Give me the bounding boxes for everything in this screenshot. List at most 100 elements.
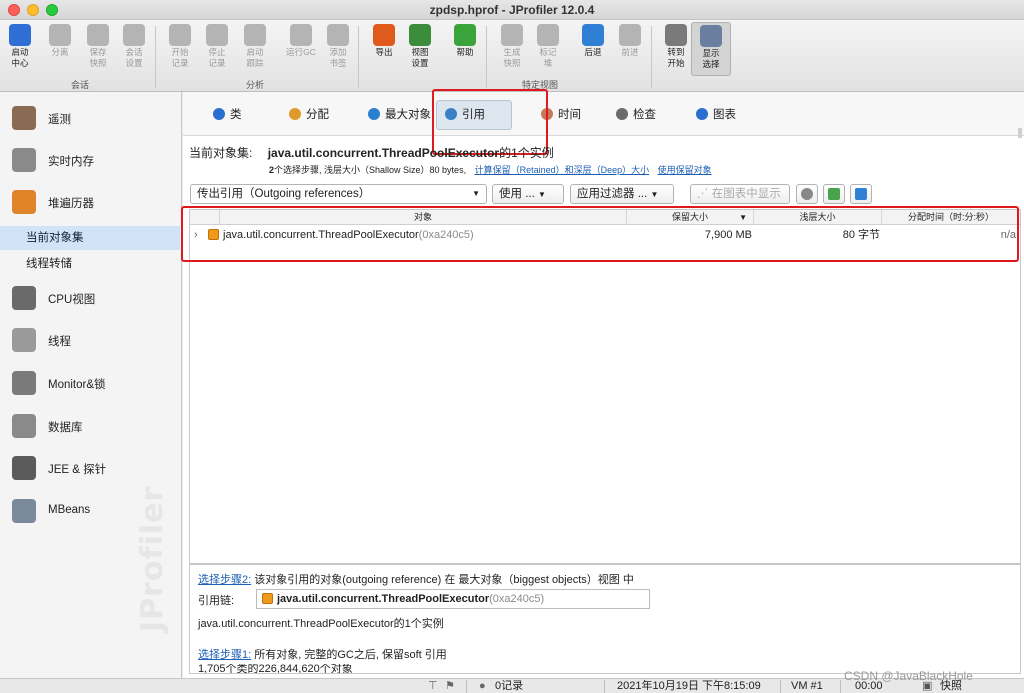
tab-label: 类 xyxy=(230,109,242,121)
sidebar-item-jee-probes[interactable]: JEE & 探针 xyxy=(0,448,181,488)
export-button[interactable]: 导出 xyxy=(364,22,404,76)
zoom-window-button[interactable] xyxy=(46,4,58,16)
gear-icon xyxy=(801,188,813,200)
mark-heap-button[interactable]: 标记堆 xyxy=(528,22,568,76)
run-gc-icon xyxy=(290,24,312,46)
flag-icon[interactable]: ⚑ xyxy=(445,679,455,693)
start-tracking-button[interactable]: 启动 跟踪 xyxy=(235,22,275,76)
view-settings-label-line2: 设置 xyxy=(411,58,429,68)
chain-object-id: (0xa240c5) xyxy=(489,593,545,605)
step2-link[interactable]: 选择步骤2: xyxy=(198,574,251,586)
show-selection-icon xyxy=(700,25,722,47)
sidebar-item-heap-walker[interactable]: 堆遍历器 xyxy=(0,182,181,222)
run-gc-button[interactable]: 运行GC xyxy=(281,22,321,76)
detach-button[interactable]: 分离 xyxy=(40,22,80,76)
jee-probes-icon xyxy=(12,456,36,480)
tab-inspections[interactable]: 检查 xyxy=(608,100,664,130)
go-to-start-label: 转到 xyxy=(667,47,685,57)
biggest-objects-tab-icon xyxy=(368,108,380,120)
save-snapshot-button[interactable]: 保存 快照 xyxy=(78,22,118,76)
sidebar-item-cpu-views[interactable]: CPU视图 xyxy=(0,278,181,318)
tab-classes[interactable]: 类 xyxy=(205,100,250,130)
session-settings-button[interactable]: 会话 设置 xyxy=(114,22,154,76)
reference-type-select[interactable]: 传出引用（Outgoing references） ▼ xyxy=(190,184,487,204)
selection-history-panel: 选择步骤2: 该对象引用的对象(outgoing reference) 在 最大… xyxy=(189,564,1021,674)
toolbar-separator xyxy=(651,26,652,88)
start-center-button[interactable]: 启动 中心 xyxy=(0,22,40,76)
save-snapshot-icon xyxy=(87,24,109,46)
graph-tab-icon xyxy=(696,108,708,120)
show-selection-button[interactable]: 显示 选择 xyxy=(691,22,731,76)
sidebar-item-mbeans[interactable]: MBeans xyxy=(0,491,181,531)
tab-allocations[interactable]: 分配 xyxy=(281,100,337,130)
step1-link[interactable]: 选择步骤1: xyxy=(198,649,251,661)
back-button[interactable]: 后退 xyxy=(573,22,613,76)
take-snapshot-icon xyxy=(501,24,523,46)
mbeans-icon xyxy=(12,499,36,523)
session-settings-label: 会话 xyxy=(125,47,143,57)
stop-recording-label-line2: 记录 xyxy=(208,58,226,68)
main-toolbar: 会话 分析 特定视图 启动 中心 分离 保存 快照 会话 设置 开始 记录 停止 记录 启动 跟踪 运行G… xyxy=(0,20,1024,92)
highlight-table-row xyxy=(181,206,1019,262)
view-settings-button[interactable]: 视图 设置 xyxy=(400,22,440,76)
inspections-tab-icon xyxy=(616,108,628,120)
minimize-window-button[interactable] xyxy=(27,4,39,16)
tab-biggest-objects[interactable]: 最大对象 xyxy=(360,100,439,130)
status-separator xyxy=(780,680,781,693)
current-set-label: 当前对象集: xyxy=(189,146,253,160)
sidebar-subitem-current-object-set[interactable]: 当前对象集 xyxy=(0,226,180,250)
sidebar-subitem-thread-dump[interactable]: 线程转储 xyxy=(0,252,180,276)
sidebar-item-label: 堆遍历器 xyxy=(48,198,94,210)
tab-label: 图表 xyxy=(713,109,736,121)
sidebar-item-live-memory[interactable]: 实时内存 xyxy=(0,140,181,180)
help-button[interactable]: 帮助 xyxy=(445,22,485,76)
pin-icon[interactable]: ⊤ xyxy=(428,679,438,693)
start-recording-label: 开始 xyxy=(171,47,189,57)
help-label: 帮助 xyxy=(456,47,474,57)
step2-text: 该对象引用的对象(outgoing reference) 在 最大对象（bigg… xyxy=(251,574,634,586)
group-label-profiling: 分析 xyxy=(245,80,264,90)
sidebar-item-label: MBeans xyxy=(48,504,91,516)
back-label: 后退 xyxy=(584,47,602,57)
step1-text: 所有对象, 完整的GC之后, 保留soft 引用 xyxy=(251,649,447,661)
stop-recording-button[interactable]: 停止 记录 xyxy=(197,22,237,76)
use-retained-link[interactable]: 使用保留对象 xyxy=(658,165,712,175)
apply-filter-button[interactable]: 应用过滤器 ... ▼ xyxy=(570,184,674,204)
use-button[interactable]: 使用 ... ▼ xyxy=(492,184,564,204)
start-center-label: 启动 xyxy=(11,47,29,57)
show-in-graph-button[interactable]: ⋰ 在图表中显示 xyxy=(690,184,790,204)
chevron-down-icon: ▼ xyxy=(472,189,480,198)
forward-button[interactable]: 前进 xyxy=(610,22,650,76)
sidebar-item-threads[interactable]: 线程 xyxy=(0,320,181,360)
scrollbar-hint[interactable] xyxy=(1018,128,1022,138)
allocations-tab-icon xyxy=(289,108,301,120)
take-snapshot-button[interactable]: 生成 快照 xyxy=(492,22,532,76)
info-button[interactable] xyxy=(850,184,872,204)
current-set-detail: 2个选择步骤, 浅层大小（Shallow Size）80 bytes, 计算保留… xyxy=(269,163,712,176)
sidebar-item-telemetry[interactable]: 遥测 xyxy=(0,98,181,138)
close-window-button[interactable] xyxy=(8,4,20,16)
view-tabs: 类分配 最大对象 引用 时间 检查 图表 xyxy=(183,92,1024,136)
export-view-button[interactable] xyxy=(823,184,845,204)
info-icon xyxy=(855,188,867,200)
status-bar: ⊤ ⚑ ● 0记录 2021年10月19日 下午8:15:09 VM #1 00… xyxy=(0,669,1024,693)
window-title: zpdsp.hprof - JProfiler 12.0.4 xyxy=(429,3,595,17)
sidebar-item-databases[interactable]: 数据库 xyxy=(0,406,181,446)
tab-label: 分配 xyxy=(306,109,329,121)
start-recording-icon xyxy=(169,24,191,46)
settings-gear-button[interactable] xyxy=(796,184,818,204)
go-to-start-icon xyxy=(665,24,687,46)
graph-icon: ⋰ xyxy=(697,188,709,200)
calc-retained-link[interactable]: 计算保留（Retained）和深层（Deep）大小 xyxy=(475,165,650,175)
start-recording-button[interactable]: 开始 记录 xyxy=(160,22,200,76)
sidebar-item-monitors-locks[interactable]: Monitor&锁 xyxy=(0,363,181,403)
add-bookmark-button[interactable]: 添加 书签 xyxy=(318,22,358,76)
threads-icon xyxy=(12,328,36,352)
export-label: 导出 xyxy=(375,47,393,57)
status-separator xyxy=(840,680,841,693)
tab-graph[interactable]: 图表 xyxy=(688,100,744,130)
forward-icon xyxy=(619,24,641,46)
step1-line: 选择步骤1: 所有对象, 完整的GC之后, 保留soft 引用 xyxy=(198,646,447,662)
sidebar-item-label: 实时内存 xyxy=(48,156,94,168)
go-to-start-button[interactable]: 转到 开始 xyxy=(656,22,696,76)
